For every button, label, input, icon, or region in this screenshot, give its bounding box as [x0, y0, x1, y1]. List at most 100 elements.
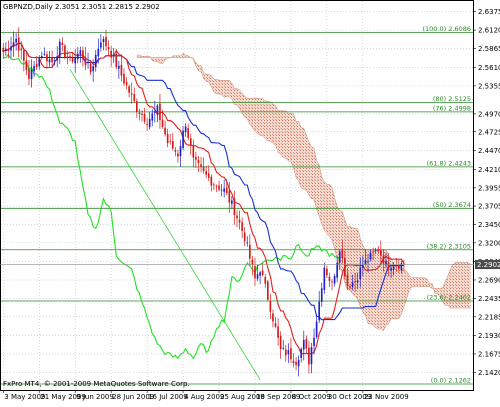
candle-body: [213, 184, 215, 186]
candle-body: [10, 46, 12, 51]
fib-level-label: (76) 2.4998: [433, 104, 471, 112]
candle-body: [218, 185, 220, 190]
candle-body: [318, 301, 321, 321]
y-tick-label: 2.1930: [478, 332, 500, 340]
fib-level-label: (0.0) 2.1262: [431, 377, 471, 385]
candle-body: [177, 153, 179, 157]
candle-body: [179, 146, 182, 157]
y-tick-label: 2.2435: [478, 295, 500, 303]
candle-body: [382, 255, 385, 264]
candle-body: [192, 145, 195, 158]
candle-body: [243, 232, 246, 242]
candle-body: [207, 173, 210, 178]
candle-body: [76, 53, 79, 60]
candle-body: [197, 159, 200, 164]
current-price-badge: 2.2902: [475, 260, 500, 270]
x-tick-label: 8 Oct 2009: [292, 393, 331, 401]
candle-body: [320, 288, 323, 302]
fib-level-label: (23.6) 2.2402: [427, 293, 471, 301]
candle-body: [292, 360, 295, 364]
x-tick-label: 23 Nov 2009: [364, 393, 409, 401]
y-tick-label: 2.5355: [478, 82, 500, 90]
y-tick-label: 2.4725: [478, 128, 500, 136]
candle-body: [331, 281, 333, 283]
candle-body: [22, 50, 25, 61]
candle-body: [261, 270, 264, 276]
candle-body: [182, 130, 184, 149]
y-tick-label: 2.4210: [478, 166, 500, 174]
candle-body: [323, 267, 326, 290]
candle-body: [397, 264, 400, 269]
candle-body: [138, 112, 141, 114]
candle-body: [115, 53, 118, 68]
chart-canvas[interactable]: (100.0) 2.6086 (80) 2.5125(76) 2.4998 (61.…: [0, 0, 500, 403]
candle-body: [336, 262, 338, 278]
fib-level-label: (61.8) 2.4243: [427, 159, 471, 167]
fib-level-label: (100.0) 2.6086: [423, 25, 472, 33]
candle-body: [82, 50, 84, 60]
candle-body: [274, 323, 277, 327]
x-tick-label: 9 Jun 2009: [76, 393, 114, 401]
y-tick-label: 2.3705: [478, 203, 500, 211]
y-axis: 2.6375 2.6120 2.5865 2.5610 2.5355 2.4970 2.47…: [473, 8, 500, 377]
candle-body: [169, 140, 172, 142]
candle-body: [279, 335, 282, 350]
y-tick-label: 2.1675: [478, 350, 500, 358]
forex-chart[interactable]: (100.0) 2.6086 (80) 2.5125 (76) 2.4998 (61.…: [0, 0, 500, 403]
candle-body: [17, 37, 20, 51]
price-badge-label: 2.2902: [477, 261, 500, 269]
candle-body: [156, 105, 159, 113]
candle-body: [341, 250, 344, 259]
candle-body: [259, 272, 261, 276]
candle-body: [53, 60, 56, 61]
candle-body: [305, 338, 308, 349]
candle-body: [92, 66, 95, 72]
candle-body: [20, 48, 23, 51]
candle-body: [254, 266, 256, 279]
candle-body: [284, 349, 287, 356]
candle-body: [153, 111, 156, 113]
candle-body: [74, 57, 77, 64]
candle-body: [300, 348, 303, 358]
candle-body: [151, 113, 154, 121]
candle-body: [333, 275, 336, 284]
candle-body: [220, 189, 223, 191]
candle-body: [362, 265, 364, 268]
candle-body: [43, 53, 46, 55]
candle-body: [166, 133, 169, 143]
candle-body: [359, 267, 362, 280]
candle-body: [148, 118, 151, 128]
y-tick-label: 2.3450: [478, 221, 500, 229]
candle-body: [225, 187, 228, 193]
candle-body: [282, 347, 285, 349]
candle-body: [315, 321, 318, 337]
candle-body: [118, 65, 120, 69]
candle-body: [40, 56, 43, 59]
candle-body: [223, 188, 225, 192]
candle-body: [272, 313, 274, 322]
y-tick-label: 2.1420: [478, 369, 500, 377]
candle-body: [372, 251, 374, 253]
candle-body: [141, 113, 143, 115]
candle-body: [231, 200, 233, 204]
candle-body: [171, 140, 174, 149]
candle-body: [249, 244, 251, 259]
symbol-label: GBPNZD,Daily 2.3051 2.3051 2.2815 2.2902: [3, 3, 160, 11]
candle-body: [30, 69, 33, 80]
y-tick-label: 2.6120: [478, 27, 500, 35]
candle-body: [295, 361, 297, 366]
candle-body: [123, 74, 125, 84]
candle-body: [15, 38, 17, 43]
y-tick-label: 2.3955: [478, 184, 500, 192]
candle-body: [313, 337, 315, 346]
candle-body: [35, 63, 38, 68]
candle-body: [120, 64, 123, 76]
candle-body: [25, 60, 28, 71]
candle-body: [100, 42, 102, 48]
candle-body: [308, 347, 310, 365]
x-axis: 3 May 200921 May 20099 Jun 200928 Jun 20…: [2, 390, 409, 401]
y-tick-label: 2.6375: [478, 8, 500, 16]
candle-body: [61, 42, 64, 46]
candle-body: [302, 340, 305, 350]
candle-body: [128, 86, 130, 93]
